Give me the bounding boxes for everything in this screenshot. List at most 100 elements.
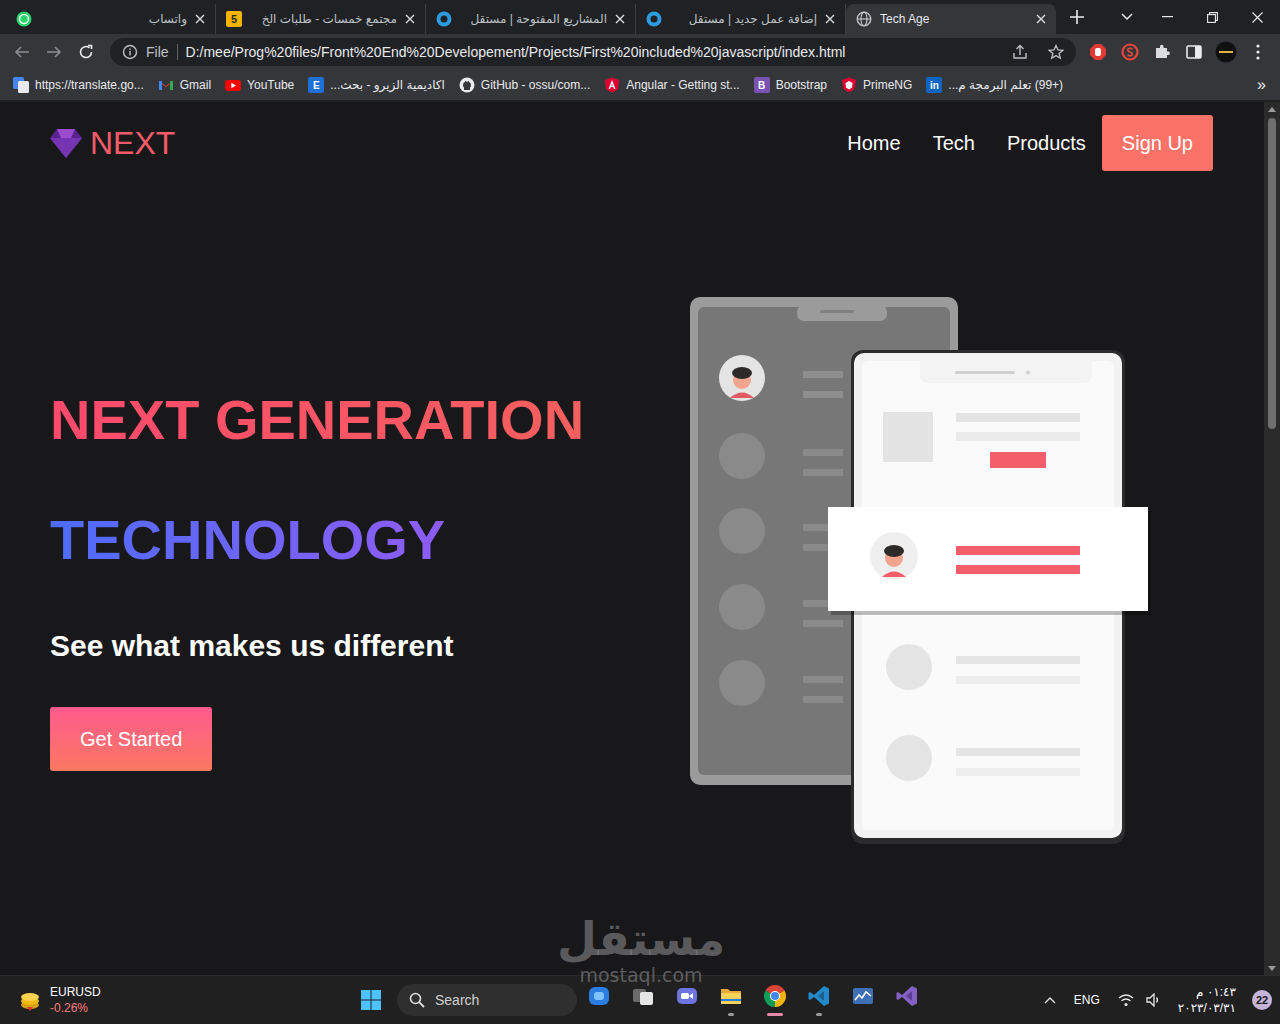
info-icon[interactable] xyxy=(122,44,138,60)
favicon-icon xyxy=(646,11,662,27)
toolbar: File D:/mee/Prog%20files/Front%20End%20De… xyxy=(0,34,1280,70)
vscode-icon xyxy=(807,984,831,1008)
visual-studio-icon xyxy=(895,984,919,1008)
reload-button[interactable] xyxy=(70,36,102,68)
scroll-down-button[interactable] xyxy=(1264,961,1280,975)
performance-monitor-icon xyxy=(851,984,875,1008)
get-started-button[interactable]: Get Started xyxy=(50,707,212,771)
menu-button[interactable] xyxy=(1242,36,1274,68)
globe-icon xyxy=(856,11,872,27)
scrollbar[interactable] xyxy=(1264,102,1280,975)
minimize-icon xyxy=(1162,16,1173,18)
bookmark[interactable]: Eاكاديمية الزيرو - بحث... xyxy=(303,74,450,96)
clock[interactable]: ٠١:٤٣ م٢٠٢٣/٠٣/٣١ xyxy=(1174,984,1240,1016)
bookmark-label: https://translate.go... xyxy=(35,78,144,92)
clock-date: ٢٠٢٣/٠٣/٣١ xyxy=(1178,1000,1236,1016)
tab-search-button[interactable] xyxy=(1109,0,1145,34)
bookmark-label: PrimeNG xyxy=(863,78,912,92)
new-tab-icon[interactable] xyxy=(1070,10,1084,24)
running-indicator xyxy=(596,1013,602,1016)
side-panel-button[interactable] xyxy=(1178,36,1210,68)
extension-button[interactable] xyxy=(1114,36,1146,68)
browser-tab[interactable]: إضافة عمل جديد | مستقل xyxy=(636,4,846,34)
bookmark-label: (+99) تعلم البرمجة م... xyxy=(948,78,1063,92)
restore-button[interactable] xyxy=(1190,0,1235,34)
chevron-up-icon[interactable] xyxy=(1044,996,1056,1004)
hero-text: NEXT GENERATIONTECHNOLOGYSee what makes … xyxy=(50,375,669,771)
nav-link[interactable]: Products xyxy=(1007,132,1086,155)
star-icon[interactable] xyxy=(1048,44,1064,60)
close-icon[interactable] xyxy=(195,14,205,24)
restore-icon xyxy=(1207,12,1218,23)
bookmark[interactable]: Gmail xyxy=(153,74,216,96)
watermark-url: mostaql.com xyxy=(579,965,702,986)
address-bar[interactable]: File D:/mee/Prog%20files/Front%20End%20De… xyxy=(110,38,1076,66)
arrow-down-icon xyxy=(1268,966,1276,971)
close-icon[interactable] xyxy=(405,14,415,24)
bookmark[interactable]: https://translate.go... xyxy=(8,74,149,96)
taskbar-app[interactable] xyxy=(797,978,841,1022)
bookmark[interactable]: PrimeNG xyxy=(836,74,917,96)
navbar: NEXT Home Tech Products Sign Up xyxy=(0,102,1264,171)
profile-button[interactable] xyxy=(1210,36,1242,68)
windows-logo-icon xyxy=(361,990,381,1010)
url-text[interactable]: D:/mee/Prog%20files/Front%20End%20Develo… xyxy=(186,44,1004,60)
browser-tab[interactable]: المشاريع المفتوحة | مستقل xyxy=(426,4,636,34)
taskbar-app[interactable] xyxy=(885,978,929,1022)
language-indicator[interactable]: ENG xyxy=(1068,993,1106,1007)
favicon-icon xyxy=(856,11,872,27)
wifi-icon[interactable] xyxy=(1118,993,1134,1007)
back-button[interactable] xyxy=(6,36,38,68)
subtitle: See what makes us different xyxy=(50,625,669,667)
headline: NEXT GENERATION xyxy=(50,375,584,465)
widget[interactable]: EURUSD-0.26% xyxy=(0,984,351,1016)
nav-link[interactable]: Tech xyxy=(933,132,975,155)
volume-icon[interactable] xyxy=(1146,993,1162,1007)
notification-badge[interactable]: 22 xyxy=(1252,990,1272,1010)
minimize-button[interactable] xyxy=(1145,0,1190,34)
bookmark[interactable]: in(+99) تعلم البرمجة م... xyxy=(921,74,1068,96)
logo[interactable]: NEXT xyxy=(50,125,175,162)
close-window-button[interactable] xyxy=(1235,0,1280,34)
bookmark[interactable]: BBootstrap xyxy=(749,74,832,96)
start-button[interactable] xyxy=(351,980,391,1020)
folder-icon xyxy=(719,984,743,1008)
chat-icon xyxy=(675,984,699,1008)
taskbar-app[interactable] xyxy=(665,978,709,1022)
close-icon[interactable] xyxy=(825,14,835,24)
scrollbar-track[interactable] xyxy=(1264,116,1280,961)
sign-up-button[interactable]: Sign Up xyxy=(1102,115,1213,171)
coins-icon xyxy=(18,988,42,1012)
close-icon[interactable] xyxy=(615,14,625,24)
nav-link[interactable]: Home xyxy=(847,132,900,155)
share-icon[interactable] xyxy=(1012,44,1028,60)
bookmarks-overflow-button[interactable]: » xyxy=(1251,76,1272,94)
taskbar-app[interactable] xyxy=(709,978,753,1022)
scroll-up-button[interactable] xyxy=(1264,102,1280,116)
extension-button[interactable] xyxy=(1082,36,1114,68)
taskbar-app[interactable] xyxy=(621,978,665,1022)
site-logo-icon: E xyxy=(308,77,324,93)
taskbar-app[interactable] xyxy=(841,978,885,1022)
scrollbar-thumb[interactable] xyxy=(1268,118,1276,429)
taskbar-app[interactable] xyxy=(577,978,621,1022)
profile-card xyxy=(828,507,1151,615)
back-arrow-icon xyxy=(14,44,30,60)
browser-tab[interactable]: Tech Age xyxy=(846,4,1056,34)
forward-arrow-icon xyxy=(46,44,62,60)
bookmark-label: YouTube xyxy=(247,78,294,92)
close-icon[interactable] xyxy=(1036,14,1046,24)
browser-tab[interactable]: واتساب xyxy=(6,4,216,34)
scheme-label: File xyxy=(146,44,169,60)
hero: NEXT GENERATIONTECHNOLOGYSee what makes … xyxy=(0,171,1264,975)
bookmark[interactable]: YouTube xyxy=(220,74,299,96)
puzzle-icon xyxy=(1153,43,1171,61)
bookmark[interactable]: Angular - Getting st... xyxy=(599,74,744,96)
extensions-button[interactable] xyxy=(1146,36,1178,68)
browser-tab[interactable]: 5مجتمع خمسات - طلبات الخ xyxy=(216,4,426,34)
search-box[interactable]: Search xyxy=(397,984,577,1016)
bookmark[interactable]: GitHub - ossu/com... xyxy=(454,74,595,96)
running-indicator xyxy=(767,1013,783,1016)
forward-button[interactable] xyxy=(38,36,70,68)
taskbar-app[interactable] xyxy=(753,978,797,1022)
